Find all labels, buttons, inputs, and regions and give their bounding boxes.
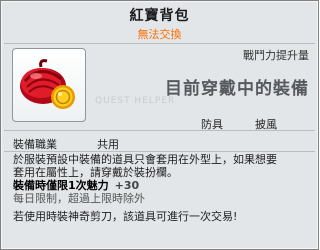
desc-line: 套用在屬性上，請穿戴於裝扮欄。 xyxy=(13,166,178,179)
desc-line: 於服裝預設中裝備的道具只會套用在外型上，如果想要 xyxy=(13,153,277,166)
currently-equipped-label: 目前穿戴中的裝備 xyxy=(165,79,309,99)
stat-line: 裝備時僅限1次魅力 +30 xyxy=(13,179,313,192)
divider xyxy=(4,151,315,152)
limit-line: 每日限制，超過上限時除外 xyxy=(13,192,145,205)
scissors-note: 若使用時裝神奇剪刀，該道具可進行一次交易! xyxy=(13,210,238,223)
item-name: 紅寶背包 xyxy=(129,8,190,24)
job-value: 共用 xyxy=(97,138,119,151)
item-icon-frame xyxy=(12,48,86,122)
combat-power-label: 戰鬥力提升量 xyxy=(243,49,309,62)
item-description: 於服裝預設中裝備的道具只會套用在外型上，如果想要 套用在屬性上，請穿戴於裝扮欄。… xyxy=(13,153,313,223)
gold-coin-icon xyxy=(51,85,75,109)
job-label: 裝備職業 xyxy=(13,138,57,151)
watermark: QUEST HELPER xyxy=(95,96,176,106)
stat-text: 裝備時僅限1次魅力 xyxy=(13,179,109,192)
stat-bonus: +30 xyxy=(114,179,140,192)
divider xyxy=(4,130,315,131)
item-tooltip: 紅寶背包 無法交換 戰鬥力提升量 目前穿戴中的裝備 QUEST HELPER 防… xyxy=(0,0,319,250)
trade-restriction: 無法交換 xyxy=(137,28,182,41)
stats-panel: 戰鬥力提升量 目前穿戴中的裝備 QUEST HELPER 防具 披風 xyxy=(91,43,311,131)
red-bag-icon xyxy=(20,59,75,109)
